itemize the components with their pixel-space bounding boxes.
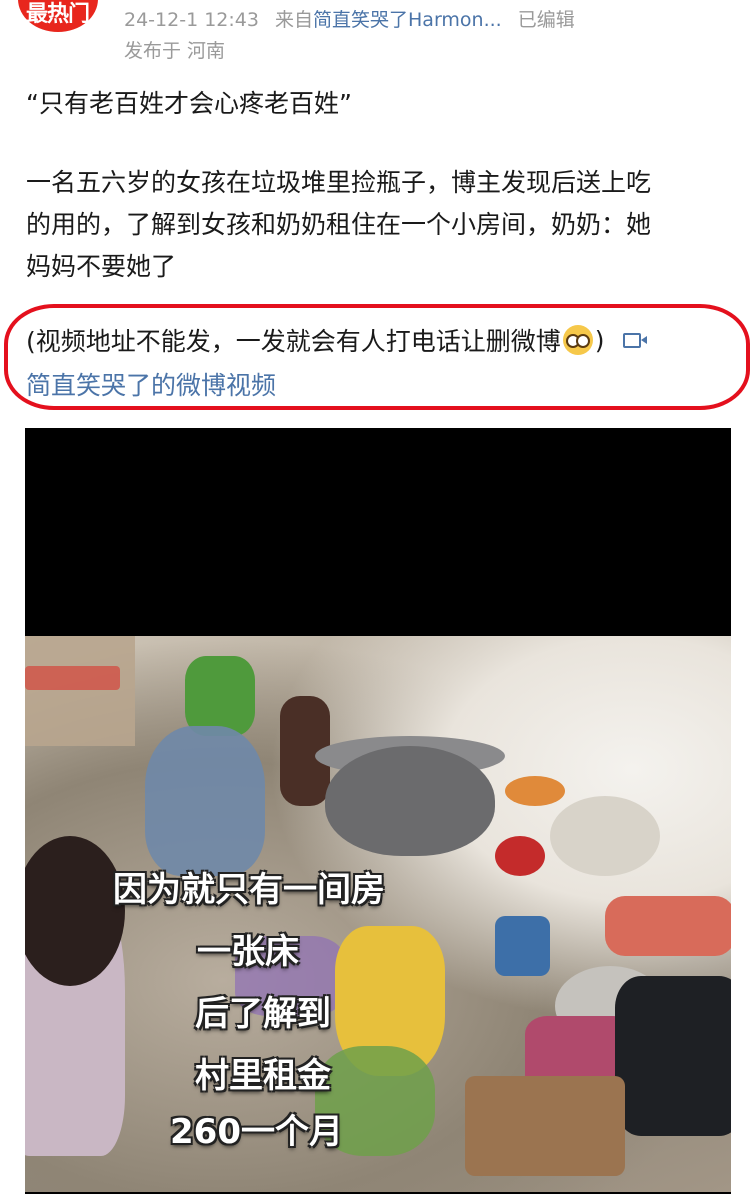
note-line: (视频地址不能发，一发就会有人打电话让删微博 ) xyxy=(26,322,647,358)
weibo-post: 最热门 v 24-12-1 12:43 来自简直笑哭了Harmon... 已编辑… xyxy=(0,0,755,1199)
video-scene-shape xyxy=(505,776,565,806)
avatar[interactable]: 最热门 v xyxy=(18,0,98,32)
video-scene-shape xyxy=(185,656,255,736)
timestamp: 24-12-1 12:43 xyxy=(124,9,259,31)
post-body-line: 妈妈不要她了 xyxy=(26,252,177,281)
source-link[interactable]: 简直笑哭了Harmon... xyxy=(313,9,502,31)
video-scene-shape xyxy=(25,666,120,690)
video-caption: 后了解到 xyxy=(195,994,331,1034)
post-body: 一名五六岁的女孩在垃圾堆里捡瓶子，博主发现后送上吃 的用的，了解到女孩和奶奶租住… xyxy=(26,162,736,288)
source-prefix: 来自 xyxy=(275,9,314,31)
location-label: 发布于 河南 xyxy=(124,40,226,62)
edited-label[interactable]: 已编辑 xyxy=(518,9,575,31)
video-frame xyxy=(25,636,731,1192)
post-body-line: 的用的，了解到女孩和奶奶租住在一个小房间，奶奶：她 xyxy=(26,210,652,239)
video-scene-shape xyxy=(325,746,495,856)
video-scene-shape xyxy=(550,796,660,876)
avatar-text: 最热门 xyxy=(26,2,90,27)
video-player[interactable]: 因为就只有一间房 一张床 后了解到 村里租金 260一个月 xyxy=(25,428,731,1194)
video-scene-shape xyxy=(25,636,135,746)
video-scene-shape xyxy=(605,896,731,956)
post-body-line: 一名五六岁的女孩在垃圾堆里捡瓶子，博主发现后送上吃 xyxy=(26,168,652,197)
video-scene-shape xyxy=(465,1076,625,1176)
post-quote: “只有老百姓才会心疼老百姓” xyxy=(26,89,352,118)
peeking-face-emoji-icon xyxy=(562,325,593,355)
video-scene-shape xyxy=(145,726,265,876)
video-link[interactable]: 简直笑哭了的微博视频 xyxy=(26,366,276,402)
video-scene-shape xyxy=(615,976,731,1136)
video-scene-shape xyxy=(495,916,550,976)
note-text: (视频地址不能发，一发就会有人打电话让删微博 xyxy=(26,327,561,356)
video-caption: 因为就只有一间房 xyxy=(113,870,385,910)
note-close: ) xyxy=(594,325,605,355)
video-scene-shape xyxy=(495,836,545,876)
video-caption: 260一个月 xyxy=(170,1112,343,1152)
video-caption: 一张床 xyxy=(197,932,299,972)
post-meta: 24-12-1 12:43 来自简直笑哭了Harmon... 已编辑 xyxy=(124,5,575,32)
video-camera-icon[interactable] xyxy=(622,332,647,348)
video-caption: 村里租金 xyxy=(195,1056,331,1096)
